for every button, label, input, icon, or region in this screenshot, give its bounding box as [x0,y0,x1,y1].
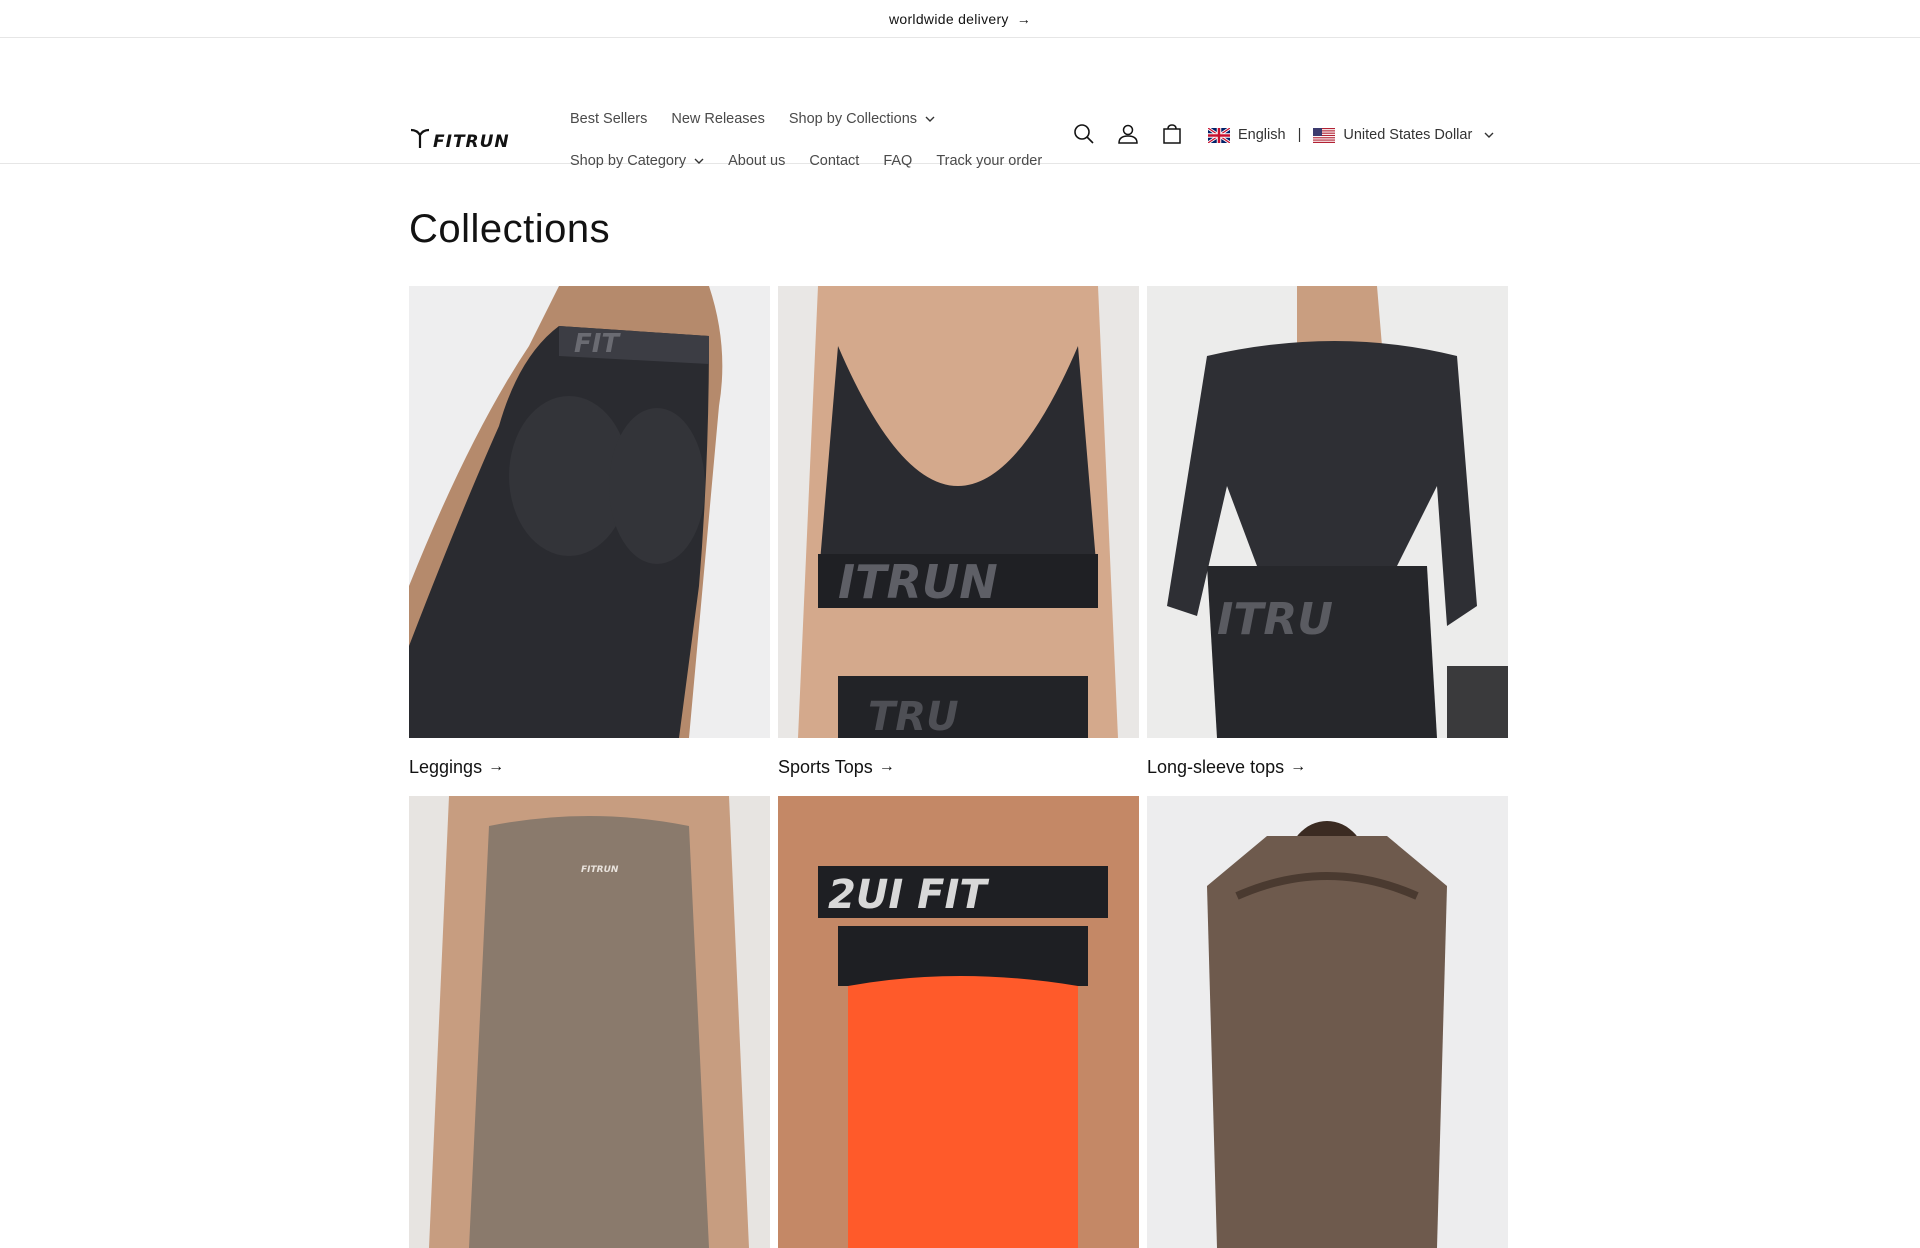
announcement-bar: worldwide delivery → [0,0,1920,38]
nav-row-1: Best Sellers New Releases Shop by Collec… [570,98,1040,140]
us-flag-icon [1313,127,1336,143]
collection-title[interactable]: Long-sleeve tops → [1147,756,1508,778]
svg-text:FIT: FIT [574,329,621,359]
page-title: Collections [409,207,611,251]
site-header: FITRUN Best Sellers New Releases Shop by… [0,38,1920,169]
nav-label: Best Sellers [570,111,648,127]
collection-card-taupe-top[interactable]: FITRUN [409,796,770,1248]
nav-label: New Releases [671,111,765,127]
chevron-down-icon [694,158,704,164]
collection-label: Long-sleeve tops [1147,756,1285,777]
collection-image-bra-shorts: 2UI FIT [778,796,1139,1248]
collection-image-taupe-top: FITRUN [409,796,770,1248]
search-button[interactable] [1072,122,1096,146]
arrow-right-icon: → [1016,10,1032,27]
collection-card-mesh-longsleeve[interactable] [1147,796,1508,1248]
announcement-text: worldwide delivery [888,10,1009,27]
collection-card-sports-tops[interactable]: ITRUN TRU Sports Tops → [778,286,1139,778]
collection-card-long-sleeve-tops[interactable]: ITRU Long-sleeve tops → [1147,286,1508,778]
language-label: English [1238,127,1286,143]
arrow-right-icon: → [488,758,505,775]
locale-selector[interactable]: English | United States Dollar [1208,127,1494,143]
main-content: Collections FIT Leggings → ITRUN TRU Spo… [409,165,1511,1248]
fitrun-logo-icon: FITRUN [410,128,510,152]
cart-button[interactable] [1160,122,1184,146]
locale-separator: | [1297,127,1302,143]
chevron-down-icon [925,116,935,122]
header-icons [1072,122,1184,146]
account-icon [1118,124,1138,144]
collection-label: Sports Tops [778,756,873,777]
collection-image-long-sleeve-tops: ITRU [1147,286,1508,738]
svg-text:FITRUN: FITRUN [433,132,510,152]
collection-image-sports-tops: ITRUN TRU [778,286,1139,738]
sports-top-photo: ITRUN TRU [778,286,1139,738]
collection-title[interactable]: Sports Tops → [778,756,1139,778]
search-icon [1074,124,1094,144]
svg-text:ITRUN: ITRUN [838,555,998,609]
collection-label: Leggings [409,756,483,777]
chevron-down-icon [1484,132,1494,138]
uk-flag-icon [1208,127,1230,143]
account-button[interactable] [1116,122,1140,146]
nav-label: Shop by Collections [788,111,918,127]
cart-icon [1163,124,1181,144]
collection-image-mesh-longsleeve [1147,796,1508,1248]
logo[interactable]: FITRUN [409,126,531,152]
collections-grid: FIT Leggings → ITRUN TRU Sports Tops → I… [409,286,1511,1248]
collection-card-bra-shorts[interactable]: 2UI FIT [778,796,1139,1248]
svg-text:TRU: TRU [868,694,959,738]
bra-shorts-photo: 2UI FIT [778,796,1139,1248]
collection-card-leggings[interactable]: FIT Leggings → [409,286,770,778]
leggings-photo: FIT [409,286,770,738]
nav-new-releases[interactable]: New Releases [671,111,765,127]
collection-image-leggings: FIT [409,286,770,738]
collection-title[interactable]: Leggings → [409,756,770,778]
mesh-longsleeve-photo [1147,796,1508,1248]
currency-label: United States Dollar [1343,127,1473,143]
svg-text:ITRU: ITRU [1217,594,1333,645]
announcement-link[interactable]: worldwide delivery → [889,11,1031,27]
taupe-top-photo: FITRUN [409,796,770,1248]
svg-text:2UI FIT: 2UI FIT [828,872,989,918]
svg-text:FITRUN: FITRUN [581,865,619,875]
arrow-right-icon: → [1290,758,1307,775]
long-sleeve-photo: ITRU [1147,286,1508,738]
arrow-right-icon: → [878,758,895,775]
nav-best-sellers[interactable]: Best Sellers [570,111,647,127]
nav-shop-by-collections[interactable]: Shop by Collections [789,111,935,127]
